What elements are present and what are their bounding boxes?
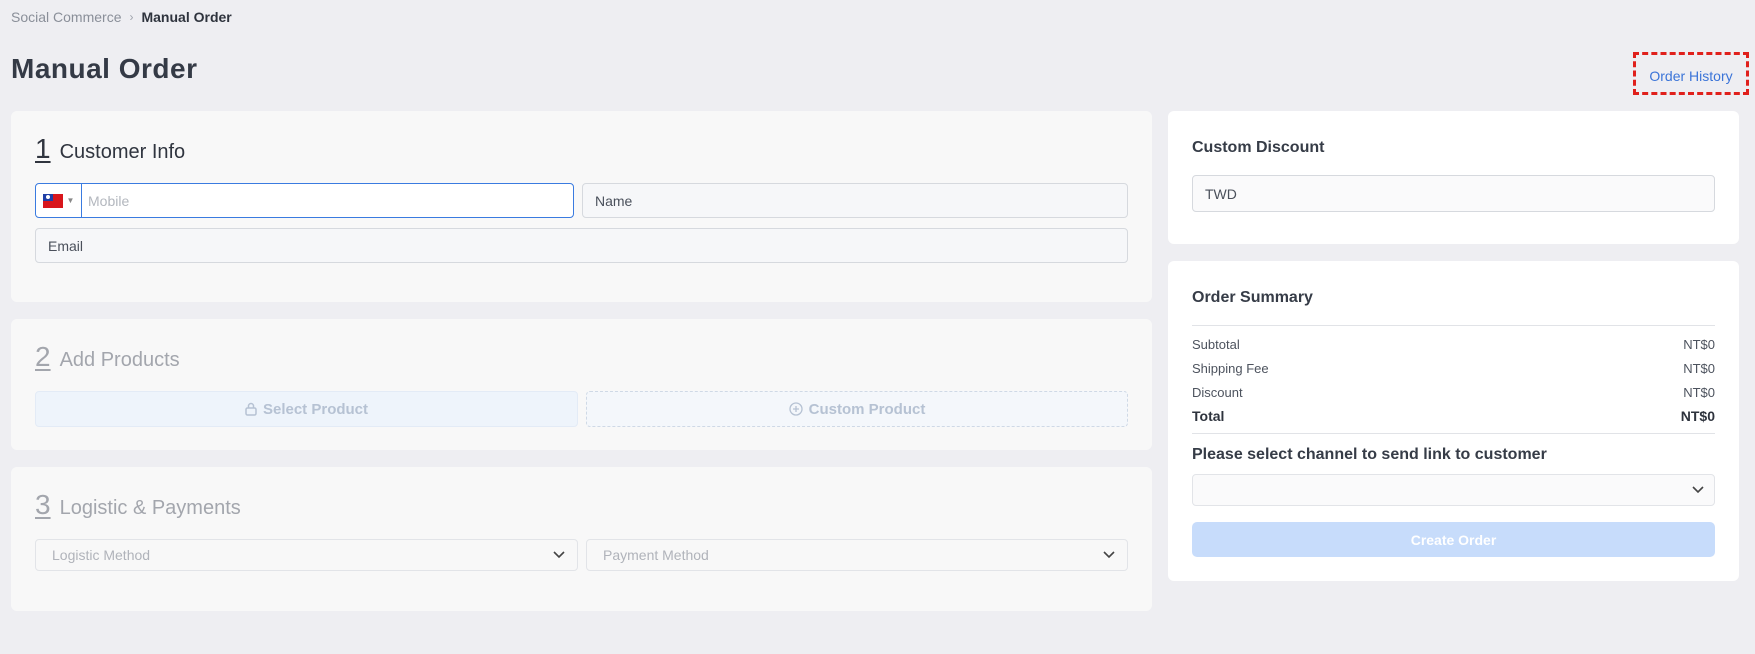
total-value: NT$0 (1680, 408, 1715, 424)
breadcrumb-current: Manual Order (141, 9, 232, 25)
summary-label: Discount (1192, 385, 1243, 400)
step-label: Logistic & Payments (59, 497, 241, 519)
summary-value: NT$0 (1683, 385, 1715, 400)
create-order-button[interactable]: Create Order (1192, 522, 1715, 557)
add-products-card (11, 319, 1152, 450)
select-product-button[interactable]: Select Product (35, 391, 578, 427)
country-selector[interactable]: ▼ (36, 184, 82, 217)
custom-product-button[interactable]: Custom Product (586, 391, 1128, 427)
chevron-down-icon (553, 551, 565, 559)
custom-discount-title: Custom Discount (1192, 139, 1325, 156)
payment-method-select[interactable]: Payment Method (586, 539, 1128, 571)
chevron-down-icon (1103, 551, 1115, 559)
discount-input[interactable]: TWD (1192, 175, 1715, 212)
step-number: 1 (35, 133, 51, 164)
summary-row-discount: Discount NT$0 (1192, 385, 1715, 400)
channel-prompt: Please select channel to send link to cu… (1192, 446, 1547, 463)
customer-info-title: 1 Customer Info (35, 133, 185, 165)
summary-value: NT$0 (1683, 337, 1715, 352)
channel-select[interactable] (1192, 474, 1715, 506)
divider (1192, 325, 1715, 326)
chevron-down-icon (1692, 486, 1704, 494)
step-number: 2 (35, 341, 51, 372)
page-title: Manual Order (11, 53, 198, 84)
divider (1192, 433, 1715, 434)
select-product-label: Select Product (262, 400, 369, 418)
order-history-button[interactable]: Order History (1633, 52, 1749, 95)
summary-row-total: Total NT$0 (1192, 408, 1715, 424)
breadcrumb-separator: › (129, 10, 134, 24)
lock-icon (245, 402, 257, 416)
logistic-payments-title: 3 Logistic & Payments (35, 489, 241, 521)
logistic-method-select[interactable]: Logistic Method (35, 539, 578, 571)
order-summary-title: Order Summary (1192, 289, 1313, 306)
caret-down-icon: ▼ (66, 196, 75, 205)
summary-row-subtotal: Subtotal NT$0 (1192, 337, 1715, 352)
total-label: Total (1192, 408, 1225, 424)
mobile-input[interactable] (82, 184, 573, 217)
step-number: 3 (35, 489, 51, 520)
mobile-field[interactable]: ▼ (35, 183, 574, 218)
breadcrumb: Social Commerce › Manual Order (11, 9, 232, 25)
payment-method-placeholder: Payment Method (603, 547, 709, 563)
plus-circle-icon (789, 402, 803, 416)
email-field[interactable]: Email (35, 228, 1128, 263)
taiwan-flag-icon (42, 193, 63, 208)
name-field[interactable]: Name (582, 183, 1128, 218)
step-label: Add Products (59, 349, 180, 371)
logistic-method-placeholder: Logistic Method (52, 547, 151, 563)
summary-row-shipping: Shipping Fee NT$0 (1192, 361, 1715, 376)
summary-label: Subtotal (1192, 337, 1240, 352)
summary-label: Shipping Fee (1192, 361, 1269, 376)
summary-value: NT$0 (1683, 361, 1715, 376)
custom-product-label: Custom Product (808, 400, 926, 418)
add-products-title: 2 Add Products (35, 341, 180, 373)
breadcrumb-social-commerce[interactable]: Social Commerce (11, 9, 121, 25)
step-label: Customer Info (59, 141, 186, 163)
